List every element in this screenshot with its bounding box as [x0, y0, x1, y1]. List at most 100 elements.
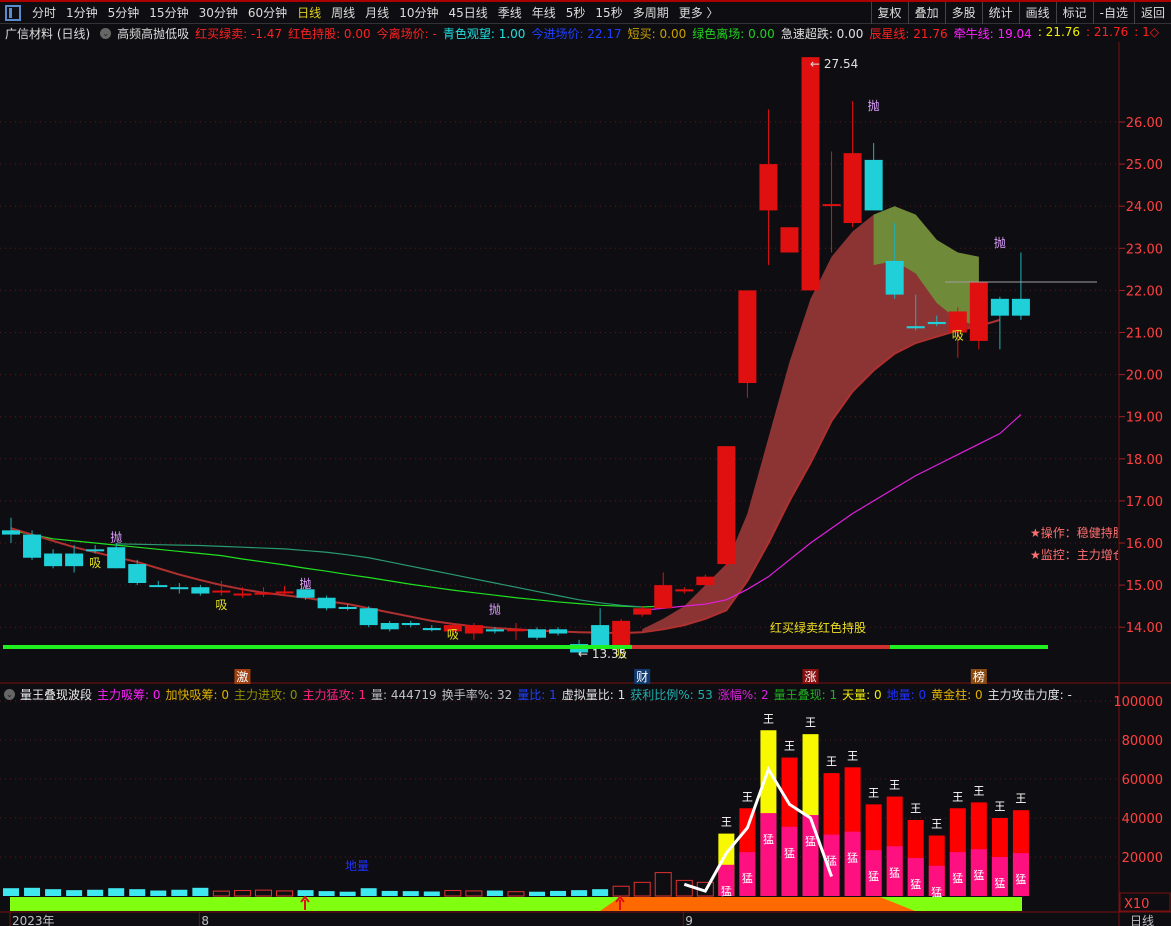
candle-body [380, 622, 399, 630]
price-tick-label: 22.00 [1126, 284, 1163, 299]
chart-canvas[interactable]: 14.00 15.00 16.00 17.00 18.00 19.00 20.00 21.00… [0, 0, 1171, 926]
volume-bar [444, 890, 462, 897]
surge-label: 猛 [868, 870, 879, 883]
king-label: 王 [952, 790, 963, 803]
candle-body [485, 629, 504, 632]
king-label: 王 [973, 784, 984, 797]
band-label: 红买绿卖红色持股 [770, 620, 866, 635]
volume-multiplier: X10 [1124, 897, 1149, 912]
candle-body [422, 628, 441, 631]
volume-bar [633, 881, 651, 897]
surge-label: 猛 [952, 872, 963, 885]
candle-body [359, 608, 378, 626]
sell-signal: 抛 [489, 601, 501, 616]
indicator-value: 地量: 0 [886, 687, 927, 702]
candle-body [864, 159, 883, 211]
king-label: 王 [910, 802, 921, 815]
indicator-value: 加快吸筹: 0 [165, 687, 230, 702]
candle-body [906, 326, 925, 329]
candle-body [275, 591, 294, 594]
sell-signal: 抛 [300, 576, 312, 591]
candle-body [969, 281, 988, 341]
chevron-down-icon[interactable]: ⌄ [4, 688, 15, 700]
date-label: 2023年 [12, 914, 55, 926]
buy-signal: 吸 [215, 598, 227, 612]
candle-body [927, 321, 946, 325]
volume-bar [233, 890, 251, 897]
price-tick-label: 23.00 [1126, 242, 1163, 257]
king-label: 王 [847, 749, 858, 762]
volume-bar [318, 891, 335, 896]
buy-signal: 吸 [952, 329, 964, 343]
candle-body [549, 629, 568, 634]
candle-body [86, 549, 105, 552]
date-label: 8 [201, 914, 209, 926]
candle-body [843, 153, 862, 224]
volume-bar [529, 891, 545, 896]
price-tick-label: 16.00 [1126, 537, 1163, 552]
volume-bar [507, 891, 525, 897]
price-tick-label: 24.00 [1126, 200, 1163, 215]
candle-body [591, 625, 610, 647]
king-label: 王 [784, 740, 795, 753]
volume-bar [675, 879, 693, 897]
volume-bar [24, 887, 41, 896]
price-tick-label: 18.00 [1126, 453, 1163, 468]
candle-body [401, 622, 420, 626]
indicator-value: 主力猛攻: 1 [302, 687, 367, 702]
candle-body [717, 446, 736, 565]
volume-bar [129, 889, 146, 896]
volume-tick-label: 20000 [1122, 851, 1163, 866]
price-tick-label: 19.00 [1126, 411, 1163, 426]
marker-text: 涨 [805, 669, 817, 684]
king-label: 王 [805, 716, 816, 729]
surge-label: 猛 [763, 833, 774, 846]
sell-signal: 抛 [868, 98, 880, 113]
volume-bar [423, 891, 440, 896]
low-price-label: ← 13.35 [578, 647, 626, 661]
candle-body [170, 587, 189, 590]
volume-bar [486, 890, 503, 896]
surge-label: 猛 [1015, 873, 1026, 886]
surge-label: 猛 [847, 852, 858, 865]
candle-body [528, 629, 546, 638]
candle-body [149, 585, 168, 588]
volume-bar [654, 872, 672, 897]
price-tick-label: 17.00 [1126, 495, 1163, 510]
volume-indicator-name[interactable]: 量王叠现波段 [20, 686, 92, 703]
volume-bar [381, 890, 398, 896]
volume-bar [592, 889, 609, 896]
volume-bar [254, 889, 272, 897]
volume-bar-lower [781, 826, 798, 896]
moving-average-line [10, 529, 664, 608]
king-label: 王 [721, 816, 732, 829]
candle-body [759, 164, 778, 211]
candle-body [2, 530, 20, 535]
volume-bar [212, 890, 230, 897]
operation-advice: ★操作：稳健持股 [1030, 526, 1118, 540]
volume-bar [87, 889, 104, 896]
indicator-value: 量: 444719 [371, 687, 437, 702]
volume-bar [571, 890, 588, 896]
candle-body [612, 620, 631, 649]
indicator-value: 黄金柱: 0 [931, 687, 983, 702]
marker-text: 激 [236, 670, 248, 684]
volume-tick-label: 80000 [1122, 734, 1163, 749]
marker-text: 榜 [973, 669, 985, 684]
candle-body [212, 590, 231, 593]
indicator-value: 换手率%: 32 [441, 687, 513, 702]
candle-body [254, 592, 273, 595]
volume-bar [402, 891, 419, 896]
candle-body [1011, 298, 1030, 316]
king-label: 王 [763, 712, 774, 725]
volume-bar [108, 888, 125, 896]
candle-body [128, 564, 147, 583]
marker-text: 财 [636, 670, 648, 684]
volume-bar [297, 890, 314, 896]
indicator-value: 获利比例%: 53 [630, 687, 713, 702]
surge-label: 猛 [889, 866, 900, 879]
surge-label: 猛 [931, 886, 942, 899]
indicator-value: 量王叠现: 1 [773, 687, 838, 702]
candle-body [633, 608, 652, 615]
surge-label: 猛 [721, 885, 732, 898]
